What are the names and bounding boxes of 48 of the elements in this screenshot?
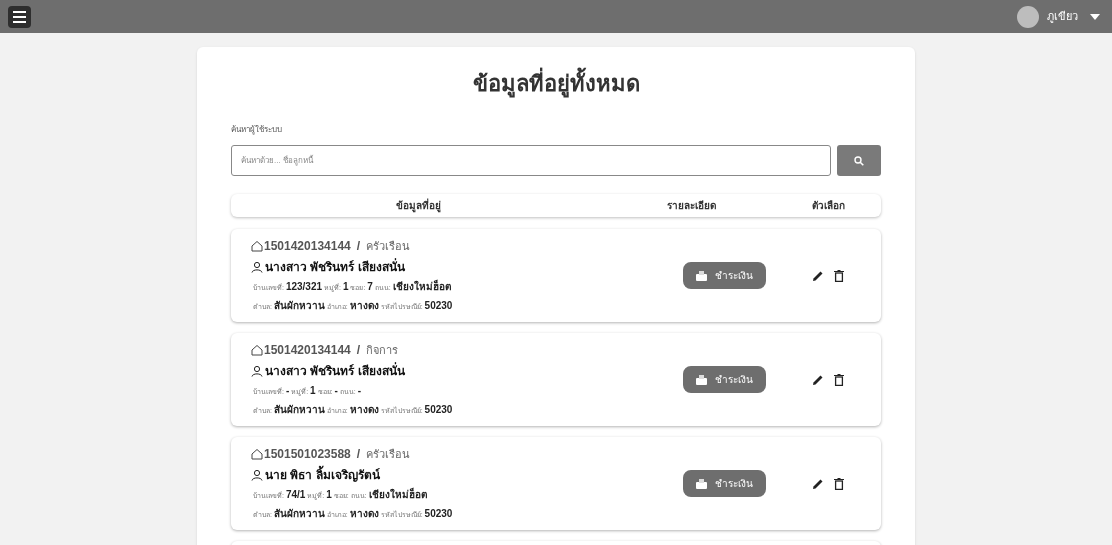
- house-icon: [251, 240, 263, 252]
- pay-button[interactable]: ชำระเงิน: [682, 470, 766, 497]
- person-icon: [251, 365, 263, 377]
- wallet-icon: [695, 478, 707, 489]
- separator-slash: /: [356, 342, 361, 359]
- pencil-icon: [811, 477, 824, 490]
- separator-slash: /: [356, 238, 361, 255]
- column-header: ตัวเลือก: [811, 199, 846, 213]
- delete-button[interactable]: [833, 373, 844, 386]
- house-code: 1501420134144: [264, 342, 351, 359]
- owner-name: นาย พิธา ลิ้มเจริญรัตน์: [265, 466, 380, 484]
- house-code: 1501501023588: [264, 446, 351, 463]
- edit-button[interactable]: [811, 269, 824, 282]
- owner-name: นางสาว พัชรินทร์ เสียงสนั่น: [265, 362, 405, 380]
- page-title: ข้อมูลที่อยู่ทั้งหมด: [231, 47, 881, 124]
- pencil-icon: [811, 373, 824, 386]
- pencil-icon: [811, 269, 824, 282]
- delete-button[interactable]: [833, 477, 844, 490]
- search-icon: [854, 155, 864, 166]
- wallet-icon: [695, 270, 707, 281]
- edit-button[interactable]: [811, 477, 824, 490]
- address-type: ครัวเรือน: [366, 446, 411, 462]
- wallet-icon: [695, 374, 707, 385]
- person-icon: [251, 261, 263, 273]
- delete-button[interactable]: [833, 269, 844, 282]
- search-field[interactable]: ค้นหาด้วย... ชื่อลูกหนี้: [231, 145, 831, 176]
- pay-button[interactable]: ชำระเงิน: [682, 366, 766, 393]
- edit-button[interactable]: [811, 373, 824, 386]
- trash-icon: [833, 373, 844, 386]
- avatar-icon[interactable]: [1017, 5, 1039, 28]
- trash-icon: [833, 477, 844, 490]
- address-type: ครัวเรือน: [366, 238, 411, 254]
- user-name[interactable]: ภูเขียว: [1047, 8, 1078, 25]
- house-code: 1501420134144: [264, 238, 351, 255]
- caret-icon[interactable]: [1090, 13, 1100, 20]
- search-button[interactable]: [837, 145, 881, 176]
- menu-button[interactable]: [8, 5, 31, 28]
- separator-slash: /: [356, 446, 361, 463]
- column-header: รายละเอียด: [665, 199, 717, 213]
- address-type: กิจการ: [366, 342, 399, 358]
- person-icon: [251, 469, 263, 481]
- house-icon: [251, 448, 263, 460]
- house-icon: [251, 344, 263, 356]
- column-header: ข้อมูลที่อยู่: [395, 198, 442, 213]
- pay-button[interactable]: ชำระเงิน: [682, 262, 766, 289]
- search-label: ค้นหาผู้ใช้ระบบ: [231, 124, 283, 136]
- trash-icon: [833, 269, 844, 282]
- owner-name: นางสาว พัชรินทร์ เสียงสนั่น: [265, 258, 405, 276]
